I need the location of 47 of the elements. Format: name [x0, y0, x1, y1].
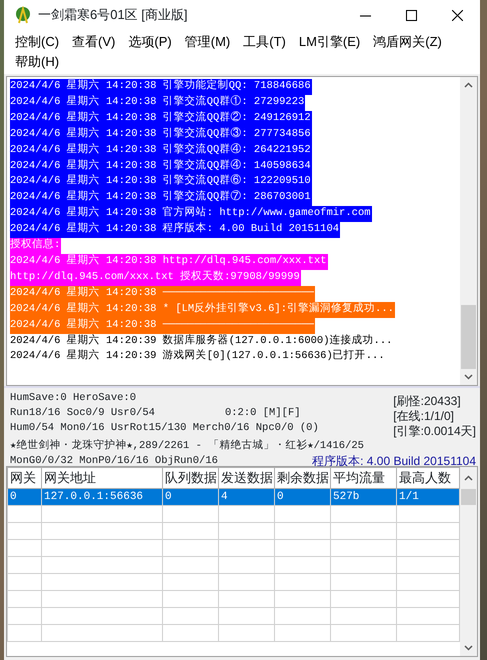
- table-cell: 0: [274, 488, 330, 506]
- log-line: 2024/4/6 星期六 14:20:39 数据库服务器(127.0.0.1:6000)连接成功...: [10, 334, 394, 348]
- log-line: 2024/4/6 星期六 14:20:39 游戏网关[0](127.0.0.1:56636)已打开...: [10, 349, 386, 364]
- counter-text: [引擎:0.0014天]: [393, 424, 476, 438]
- scroll-up-icon[interactable]: [464, 475, 473, 481]
- menu-item[interactable]: 工具(T): [238, 32, 294, 52]
- status-text: MonG0/0/32 MonP0/16/16 ObjRun0/16: [10, 454, 218, 469]
- scrollbar-thumb[interactable]: [461, 489, 476, 505]
- menu-item[interactable]: 管理(M): [180, 32, 238, 52]
- table-cell: 0: [8, 488, 42, 506]
- menu-item[interactable]: LM引擎(E): [294, 32, 368, 52]
- scroll-down-icon[interactable]: [464, 374, 473, 380]
- menu-item[interactable]: 控制(C): [10, 32, 68, 52]
- column-header[interactable]: 网关: [8, 468, 42, 488]
- table-cell: 1/1: [396, 488, 460, 506]
- status-text: Hum0/54 Mon0/16 UsrRot15/130 Merch0/16 Npc0/0 (0): [10, 421, 319, 436]
- column-header[interactable]: 剩余数据: [274, 468, 330, 488]
- table-cell: 527b: [330, 488, 396, 506]
- status-text: 0:2:0 [M][F]: [224, 406, 301, 421]
- menu-item[interactable]: 鸿盾网关(Z): [368, 32, 450, 52]
- menu-item[interactable]: 选项(P): [123, 32, 180, 52]
- table-cell: 127.0.0.1:56636: [42, 488, 162, 506]
- column-header[interactable]: 最高人数: [396, 468, 460, 488]
- scroll-up-icon[interactable]: [464, 82, 473, 88]
- scroll-down-icon[interactable]: [464, 645, 473, 651]
- scrollbar-thumb[interactable]: [461, 305, 476, 369]
- maximize-icon: [406, 10, 416, 20]
- column-header[interactable]: 平均流量: [330, 468, 396, 488]
- menu-item[interactable]: 查看(V): [67, 32, 124, 52]
- menu-item[interactable]: 帮助(H): [10, 52, 68, 72]
- counter-text: [在线:1/1/0]: [393, 409, 455, 423]
- table-row[interactable]: 0 127.0.0.1:56636 0 4 0 527b 1/1: [8, 488, 460, 506]
- status-text: HumSave:0 HeroSave:0: [10, 391, 136, 406]
- scrollbar[interactable]: [460, 467, 477, 656]
- close-icon: [452, 10, 462, 20]
- column-header[interactable]: 网关地址: [42, 468, 162, 488]
- status-text: ★绝世剑神・龙珠守护神★,289/2261 - 「精绝古城」・红衫★/1416/25: [10, 439, 364, 454]
- table-cell: 0: [162, 488, 218, 506]
- scrollbar[interactable]: [460, 77, 477, 385]
- version-text: 程序版本: 4.00 Build 20151104: [312, 454, 476, 469]
- column-header[interactable]: 发送数据: [218, 468, 274, 488]
- counter-text: [刷怪:20433]: [393, 394, 462, 408]
- status-text: Run18/16 Soc0/9 Usr0/54: [10, 406, 155, 421]
- table-cell: 4: [218, 488, 274, 506]
- column-header[interactable]: 队列数据: [162, 468, 218, 488]
- window-title: 一剑霜寒6号01区 [商业版]: [38, 6, 189, 24]
- app-icon: [14, 6, 32, 24]
